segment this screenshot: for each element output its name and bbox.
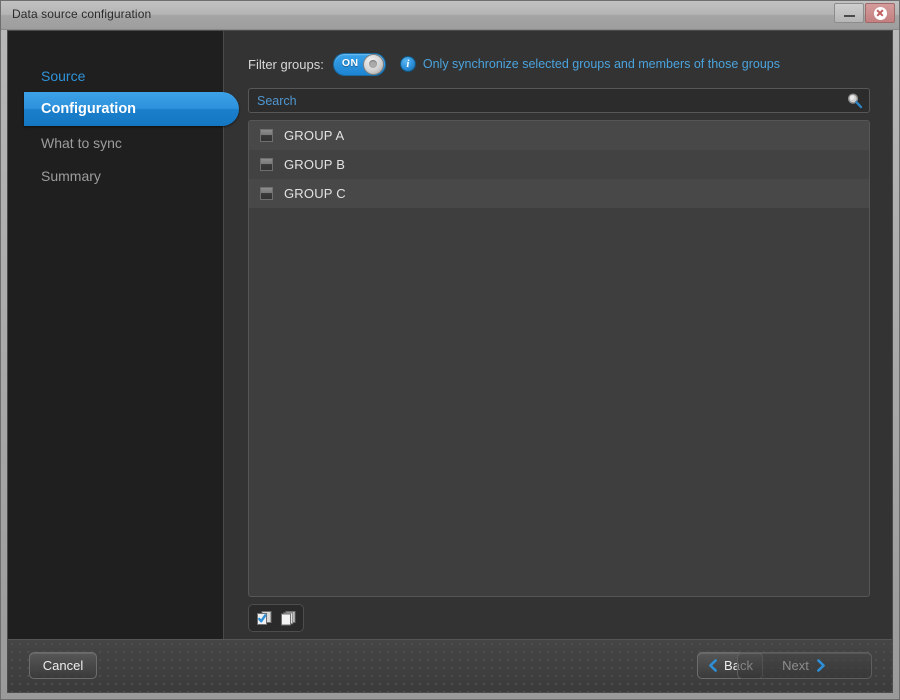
deselect-all-button[interactable] — [277, 608, 299, 628]
cancel-button[interactable]: Cancel — [29, 652, 97, 679]
window-body: Source Configuration What to sync Summar… — [7, 30, 893, 693]
dialog-window: Data source configuration Source Configu… — [0, 0, 900, 700]
group-label: GROUP B — [284, 157, 345, 172]
chevron-right-icon — [815, 659, 827, 672]
search-icon[interactable] — [846, 92, 863, 109]
filter-groups-row: Filter groups: ON i Only synchronize sel… — [248, 51, 870, 77]
toggle-knob — [363, 54, 384, 75]
sidebar-item-label: Configuration — [41, 101, 136, 117]
group-label: GROUP C — [284, 186, 346, 201]
filter-groups-label: Filter groups: — [248, 57, 324, 72]
info-icon: i — [400, 56, 416, 72]
filter-info-text: Only synchronize selected groups and mem… — [423, 57, 780, 71]
next-button[interactable]: Next — [737, 652, 872, 679]
search-field[interactable] — [248, 88, 870, 113]
sidebar-item-what-to-sync[interactable]: What to sync — [8, 126, 223, 159]
select-all-button[interactable] — [253, 608, 275, 628]
dialog-footer: Cancel Back Next — [8, 639, 892, 692]
wizard-sidebar: Source Configuration What to sync Summar… — [8, 31, 224, 639]
group-checkbox[interactable] — [260, 129, 273, 142]
content-area: Source Configuration What to sync Summar… — [8, 31, 892, 639]
chevron-left-icon — [707, 659, 719, 672]
title-bar[interactable]: Data source configuration — [1, 1, 899, 30]
sidebar-item-label: Source — [41, 68, 85, 84]
group-checkbox[interactable] — [260, 187, 273, 200]
list-item[interactable]: GROUP B — [249, 150, 869, 179]
filter-groups-toggle[interactable]: ON — [333, 53, 386, 76]
sidebar-active-slot: Configuration — [8, 92, 223, 126]
close-icon — [874, 7, 887, 20]
window-controls — [834, 3, 895, 23]
close-button[interactable] — [865, 3, 895, 23]
sidebar-item-summary[interactable]: Summary — [8, 159, 223, 192]
sidebar-item-configuration[interactable]: Configuration — [24, 92, 239, 126]
group-checkbox[interactable] — [260, 158, 273, 171]
list-item[interactable]: GROUP A — [249, 121, 869, 150]
minimize-icon — [844, 15, 855, 17]
select-all-icon — [256, 610, 273, 626]
bulk-actions-row — [248, 597, 870, 639]
sidebar-item-label: Summary — [41, 168, 101, 184]
group-label: GROUP A — [284, 128, 344, 143]
window-title: Data source configuration — [12, 7, 151, 21]
search-input[interactable] — [249, 89, 869, 112]
minimize-button[interactable] — [834, 3, 864, 23]
toggle-state-label: ON — [342, 57, 359, 69]
groups-list[interactable]: GROUP A GROUP B GROUP C — [248, 120, 870, 597]
deselect-all-icon — [280, 610, 297, 626]
sidebar-item-source[interactable]: Source — [8, 59, 223, 92]
cancel-button-label: Cancel — [43, 658, 83, 673]
next-button-label: Next — [782, 658, 809, 673]
sidebar-item-label: What to sync — [41, 135, 122, 151]
main-pane: Filter groups: ON i Only synchronize sel… — [224, 31, 892, 639]
bulk-actions-group — [248, 604, 304, 632]
list-item[interactable]: GROUP C — [249, 179, 869, 208]
